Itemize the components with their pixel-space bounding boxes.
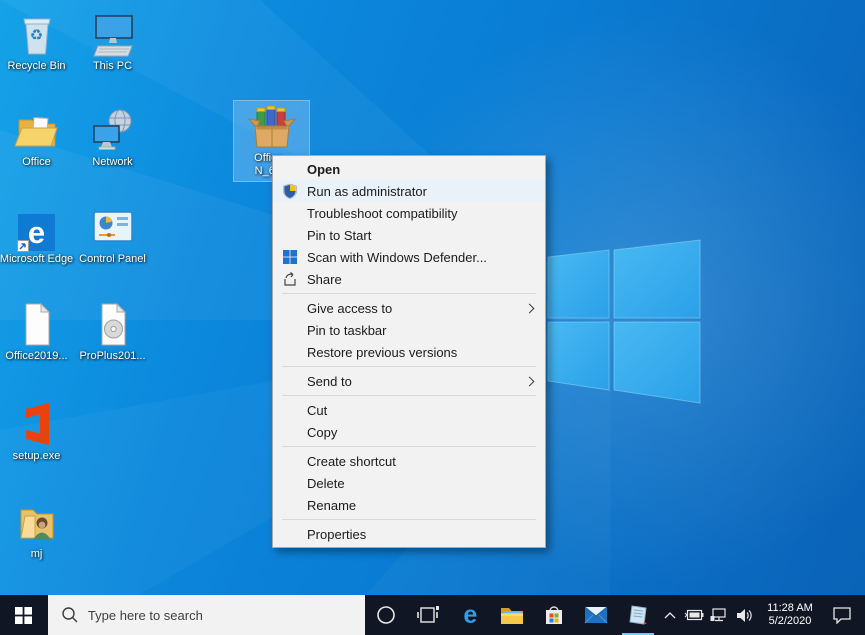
- menu-item-copy[interactable]: Copy: [273, 421, 545, 443]
- network-icon: [89, 106, 137, 154]
- menu-item-open[interactable]: Open: [273, 158, 545, 180]
- desktop-icon-label: Recycle Bin: [0, 60, 74, 73]
- edge-button[interactable]: e: [449, 595, 491, 635]
- action-center-icon: [832, 606, 852, 624]
- edge-icon: e: [463, 603, 477, 628]
- desktop-icon-recycle-bin[interactable]: ♻ Recycle Bin: [0, 8, 75, 77]
- desktop-icon-label: mj: [0, 548, 74, 561]
- chevron-up-icon: [663, 610, 677, 620]
- desktop-icon-mj-folder[interactable]: mj: [0, 496, 75, 565]
- windows-desktop: ♻ Recycle Bin This PC Office Network: [0, 0, 865, 635]
- desktop-icon-label: setup.exe: [0, 450, 74, 463]
- task-view-button[interactable]: [407, 595, 449, 635]
- edge-icon: e: [18, 214, 55, 251]
- shortcut-arrow-icon: [17, 240, 29, 252]
- menu-separator: [282, 519, 536, 520]
- clock[interactable]: 11:28 AM 5/2/2020: [759, 602, 821, 628]
- menu-item-restore-previous-versions[interactable]: Restore previous versions: [273, 341, 545, 363]
- desktop-icon-label: Network: [75, 156, 150, 169]
- active-app-button[interactable]: [617, 595, 659, 635]
- defender-icon: [282, 249, 298, 265]
- desktop-icon-office2019-file[interactable]: Office2019...: [0, 298, 75, 367]
- tray-volume-button[interactable]: [731, 595, 759, 635]
- volume-icon: [736, 608, 754, 623]
- mail-button[interactable]: [575, 595, 617, 635]
- cortana-button[interactable]: [365, 595, 407, 635]
- menu-item-run-as-administrator[interactable]: Run as administrator: [273, 180, 545, 202]
- desktop-icon-office-folder[interactable]: Office: [0, 104, 75, 173]
- document-icon: [13, 300, 61, 348]
- recycle-symbol: ♻: [0, 26, 74, 44]
- store-button[interactable]: [533, 595, 575, 635]
- store-icon: [542, 603, 566, 627]
- tray-network-button[interactable]: [707, 595, 731, 635]
- menu-item-give-access-to[interactable]: Give access to: [273, 297, 545, 319]
- notepad-app-icon: [626, 603, 650, 627]
- menu-item-delete[interactable]: Delete: [273, 472, 545, 494]
- start-button[interactable]: [0, 595, 48, 635]
- menu-item-properties[interactable]: Properties: [273, 523, 545, 545]
- menu-item-send-to[interactable]: Send to: [273, 370, 545, 392]
- search-icon: [61, 606, 79, 624]
- control-panel-icon: [89, 203, 137, 251]
- menu-item-pin-to-taskbar[interactable]: Pin to taskbar: [273, 319, 545, 341]
- menu-separator: [282, 293, 536, 294]
- clock-date: 5/2/2020: [759, 615, 821, 628]
- submenu-arrow-icon: [525, 303, 535, 313]
- menu-item-create-shortcut[interactable]: Create shortcut: [273, 450, 545, 472]
- file-explorer-button[interactable]: [491, 595, 533, 635]
- desktop-icon-label: This PC: [75, 60, 150, 73]
- task-view-icon: [416, 604, 440, 626]
- desktop-icon-this-pc[interactable]: This PC: [74, 8, 151, 77]
- desktop-icon-microsoft-edge[interactable]: e Microsoft Edge: [0, 201, 75, 270]
- menu-item-troubleshoot-compatibility[interactable]: Troubleshoot compatibility: [273, 202, 545, 224]
- windows-start-icon: [15, 607, 32, 624]
- taskbar-search: [48, 595, 366, 635]
- desktop-icon-label: Microsoft Edge: [0, 253, 74, 266]
- submenu-arrow-icon: [525, 376, 535, 386]
- network-status-icon: [710, 608, 728, 622]
- taskbar: e: [0, 595, 865, 635]
- tray-chevron-button[interactable]: [659, 595, 681, 635]
- tray-battery-button[interactable]: [681, 595, 707, 635]
- share-icon: [282, 271, 298, 287]
- context-menu: Open Run as administrator Troubleshoot c…: [272, 155, 546, 548]
- document-disc-icon: [89, 300, 137, 348]
- menu-item-share[interactable]: Share: [273, 268, 545, 290]
- battery-icon: [684, 609, 704, 621]
- desktop-icon-network[interactable]: Network: [74, 104, 151, 173]
- system-tray: 11:28 AM 5/2/2020: [659, 595, 865, 635]
- office-setup-icon: [13, 400, 61, 448]
- desktop-icon-label: Office2019...: [0, 350, 74, 363]
- edge-letter: e: [28, 217, 45, 248]
- clock-time: 11:28 AM: [759, 602, 821, 615]
- menu-item-cut[interactable]: Cut: [273, 399, 545, 421]
- desktop-icon-setup-exe[interactable]: setup.exe: [0, 398, 75, 467]
- cortana-icon: [375, 604, 397, 626]
- action-center-button[interactable]: [821, 595, 863, 635]
- menu-separator: [282, 366, 536, 367]
- menu-item-scan-with-windows-defender[interactable]: Scan with Windows Defender...: [273, 246, 545, 268]
- desktop-icon-label: Office: [0, 156, 74, 169]
- desktop-icon-proplus-file[interactable]: ProPlus201...: [74, 298, 151, 367]
- mail-icon: [583, 605, 609, 625]
- folder-icon: [13, 106, 61, 154]
- desktop-icon-label: ProPlus201...: [75, 350, 150, 363]
- user-folder-icon: [13, 498, 61, 546]
- desktop-icon-control-panel[interactable]: Control Panel: [74, 201, 151, 270]
- rar-archive-icon: [248, 102, 296, 150]
- search-input[interactable]: [48, 595, 366, 635]
- windows-logo: [548, 240, 700, 403]
- file-explorer-icon: [499, 604, 525, 626]
- menu-separator: [282, 446, 536, 447]
- menu-item-rename[interactable]: Rename: [273, 494, 545, 516]
- menu-item-pin-to-start[interactable]: Pin to Start: [273, 224, 545, 246]
- desktop-icon-label: Control Panel: [75, 253, 150, 266]
- this-pc-icon: [89, 10, 137, 58]
- menu-separator: [282, 395, 536, 396]
- uac-shield-icon: [282, 183, 298, 199]
